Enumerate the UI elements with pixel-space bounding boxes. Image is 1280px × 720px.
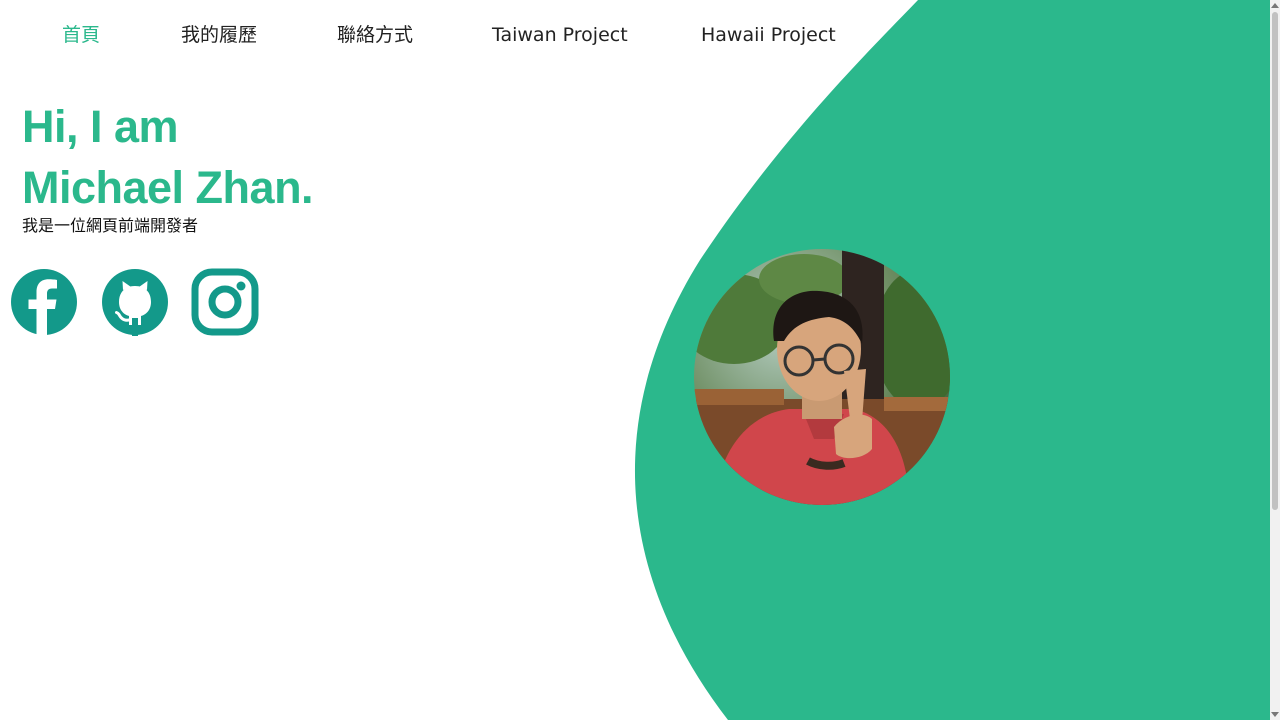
hero-name: Michael Zhan. [22, 162, 314, 213]
github-icon [102, 269, 168, 336]
hero-title: Hi, I am Michael Zhan. [22, 96, 314, 218]
vertical-scrollbar[interactable] [1270, 0, 1280, 720]
facebook-link[interactable] [10, 268, 78, 336]
nav-item-home[interactable]: 首頁 [62, 22, 100, 48]
scroll-up-arrow-icon[interactable] [1271, 3, 1279, 8]
github-link[interactable] [101, 268, 169, 336]
nav-item-contact[interactable]: 聯絡方式 [337, 22, 413, 48]
hero-subtitle: 我是一位網頁前端開發者 [22, 216, 199, 235]
nav-item-resume[interactable]: 我的履歷 [181, 22, 257, 48]
instagram-link[interactable] [191, 268, 259, 336]
instagram-icon [191, 268, 259, 336]
hero-greeting: Hi, I am [22, 101, 179, 152]
scrollbar-thumb[interactable] [1272, 12, 1278, 510]
scroll-down-arrow-icon[interactable] [1271, 712, 1279, 717]
profile-photo [694, 249, 950, 505]
facebook-icon [11, 269, 77, 336]
nav-item-hawaii-project[interactable]: Hawaii Project [701, 22, 836, 48]
nav-item-taiwan-project[interactable]: Taiwan Project [492, 22, 628, 48]
